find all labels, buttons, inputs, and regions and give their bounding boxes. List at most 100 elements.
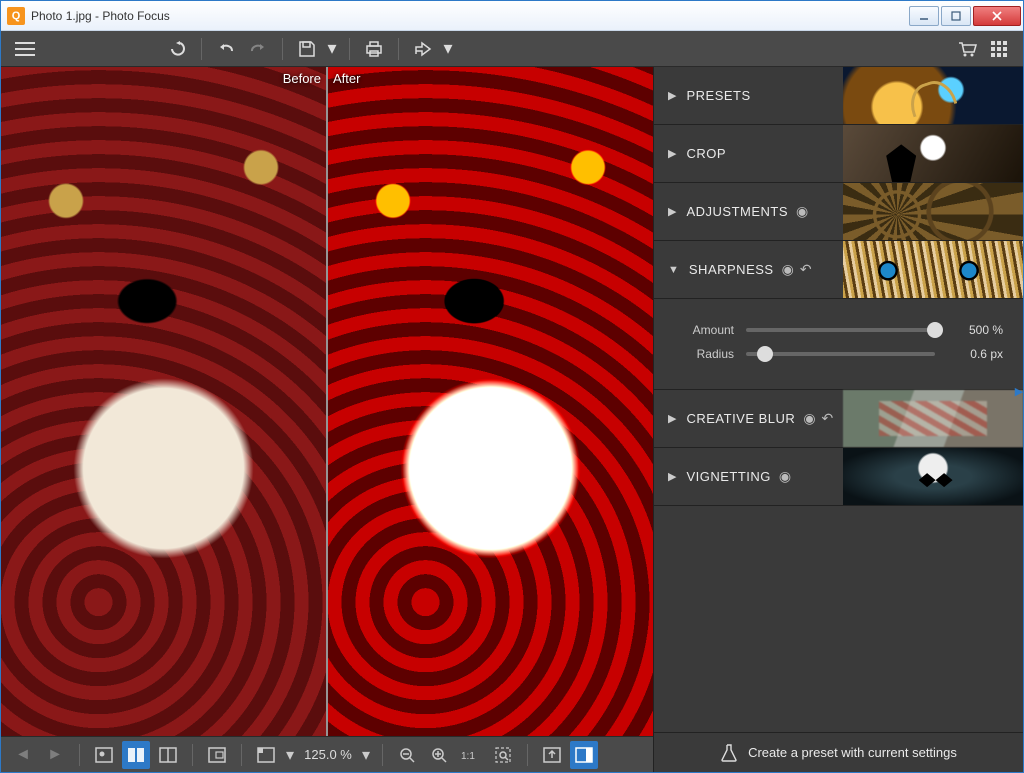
zoom-fit-icon [494, 746, 512, 764]
window-titlebar: Q Photo 1.jpg - Photo Focus [1, 1, 1023, 31]
section-adjustments[interactable]: ▶ ADJUSTMENTS ◉ [654, 183, 1023, 241]
bottom-toolbar: ◄ ► [1, 736, 653, 772]
create-preset-button[interactable]: Create a preset with current settings [654, 732, 1023, 772]
undo-icon [216, 41, 236, 57]
undo-all-button[interactable] [163, 35, 191, 63]
sidebyside-icon [159, 747, 177, 763]
panel-collapse-arrow[interactable]: ▶ [1015, 381, 1023, 401]
section-title: SHARPNESS [689, 262, 774, 277]
grid-icon [990, 40, 1008, 58]
section-title: PRESETS [686, 88, 750, 103]
image-canvas[interactable]: Before After [1, 67, 653, 736]
window-maximize-button[interactable] [941, 6, 971, 26]
split-view-button[interactable] [122, 741, 150, 769]
radius-slider[interactable] [746, 352, 935, 356]
redo-icon [248, 41, 268, 57]
window-close-button[interactable] [973, 6, 1021, 26]
undo-button[interactable] [212, 35, 240, 63]
sharpness-body: Amount 500 % Radius 0.6 px [654, 299, 1023, 390]
chevron-down-icon: ▼ [668, 264, 679, 276]
section-title: CREATIVE BLUR [686, 411, 795, 426]
section-vignetting[interactable]: ▶ VIGNETTING ◉ [654, 448, 1023, 506]
save-icon [298, 40, 316, 58]
after-label: After [333, 71, 360, 86]
reset-icon[interactable]: ↶ [822, 410, 834, 427]
crop-thumb [843, 125, 1023, 182]
window-title: Photo 1.jpg - Photo Focus [31, 9, 170, 23]
zoom-100-button[interactable]: 1:1 [457, 741, 485, 769]
print-button[interactable] [360, 35, 388, 63]
section-presets[interactable]: ▶ PRESETS [654, 67, 1023, 125]
presets-thumb [843, 67, 1023, 124]
radius-value: 0.6 px [947, 347, 1003, 361]
section-crop[interactable]: ▶ CROP [654, 125, 1023, 183]
flask-icon [720, 743, 738, 763]
sharpness-thumb [843, 241, 1023, 298]
right-panel: ▶ PRESETS ▶ CROP ▶ ADJUSTMENTS ◉ [653, 67, 1023, 772]
share-icon [413, 41, 433, 57]
window-minimize-button[interactable] [909, 6, 939, 26]
print-icon [364, 40, 384, 58]
zoom-value[interactable]: 125.0 % [302, 747, 354, 762]
background-dropdown[interactable]: ▾ [284, 741, 296, 769]
create-preset-label: Create a preset with current settings [748, 745, 957, 760]
prev-image-button[interactable]: ◄ [9, 741, 37, 769]
navigator-button[interactable] [203, 741, 231, 769]
section-title: ADJUSTMENTS [686, 204, 788, 219]
save-button[interactable] [293, 35, 321, 63]
zoom-fit-button[interactable] [489, 741, 517, 769]
visibility-icon[interactable]: ◉ [803, 410, 815, 427]
grid-view-button[interactable] [985, 35, 1013, 63]
single-view-button[interactable] [90, 741, 118, 769]
fullscreen-icon [543, 747, 561, 763]
zoom-out-button[interactable] [393, 741, 421, 769]
panel-icon [575, 747, 593, 763]
side-by-side-button[interactable] [154, 741, 182, 769]
radius-label: Radius [674, 347, 734, 361]
save-dropdown[interactable]: ▾ [325, 35, 339, 63]
chevron-right-icon: ▶ [668, 470, 676, 483]
cart-button[interactable] [953, 35, 981, 63]
amount-value: 500 % [947, 323, 1003, 337]
undo-all-icon [166, 40, 188, 58]
chevron-right-icon: ▶ [668, 412, 676, 425]
app-icon: Q [7, 7, 25, 25]
reset-icon[interactable]: ↶ [800, 261, 812, 278]
zoom-dropdown[interactable]: ▾ [360, 741, 372, 769]
amount-label: Amount [674, 323, 734, 337]
panel-toggle-button[interactable] [570, 741, 598, 769]
zoom-out-icon [398, 746, 416, 764]
after-image [328, 67, 653, 736]
slider-thumb[interactable] [757, 346, 773, 362]
section-creative-blur[interactable]: ▶ CREATIVE BLUR ◉ ↶ [654, 390, 1023, 448]
adjustments-thumb [843, 183, 1023, 240]
visibility-icon[interactable]: ◉ [779, 468, 791, 485]
visibility-icon[interactable]: ◉ [782, 261, 794, 278]
section-title: CROP [686, 146, 726, 161]
hamburger-icon [15, 42, 35, 56]
share-dropdown[interactable]: ▾ [441, 35, 455, 63]
blur-thumb [843, 390, 1023, 447]
chevron-right-icon: ▶ [668, 147, 676, 160]
section-sharpness[interactable]: ▼ SHARPNESS ◉ ↶ [654, 241, 1023, 299]
background-button[interactable] [252, 741, 280, 769]
split-view-icon [127, 747, 145, 763]
single-view-icon [95, 747, 113, 763]
redo-button[interactable] [244, 35, 272, 63]
zoom-in-icon [430, 746, 448, 764]
slider-thumb[interactable] [927, 322, 943, 338]
background-icon [257, 747, 275, 763]
amount-slider[interactable] [746, 328, 935, 332]
zoom-100-icon: 1:1 [460, 746, 482, 764]
section-title: VIGNETTING [686, 469, 770, 484]
vignetting-thumb [843, 448, 1023, 505]
svg-text:1:1: 1:1 [461, 751, 475, 762]
share-button[interactable] [409, 35, 437, 63]
visibility-icon[interactable]: ◉ [796, 203, 808, 220]
chevron-right-icon: ▶ [668, 205, 676, 218]
fullscreen-button[interactable] [538, 741, 566, 769]
cart-icon [957, 40, 977, 58]
menu-button[interactable] [11, 35, 39, 63]
next-image-button[interactable]: ► [41, 741, 69, 769]
zoom-in-button[interactable] [425, 741, 453, 769]
